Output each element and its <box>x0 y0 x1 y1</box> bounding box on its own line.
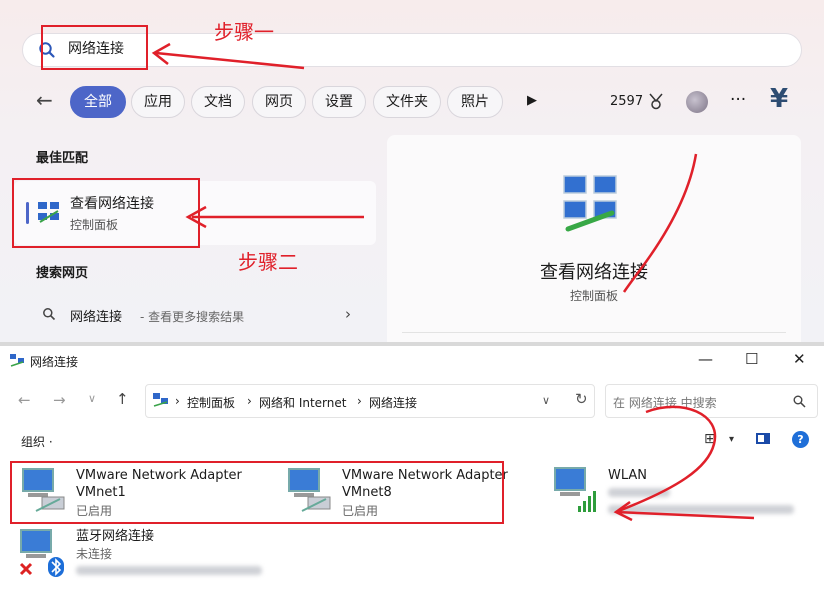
step2-highlight-box <box>12 178 200 248</box>
step2-arrow <box>185 205 364 229</box>
chevron-right-icon[interactable]: › <box>345 305 351 323</box>
filter-documents[interactable]: 文档 <box>191 86 245 118</box>
breadcrumb-network-internet[interactable]: 网络和 Internet <box>259 394 346 411</box>
web-search-more[interactable]: - 查看更多搜索结果 <box>140 308 244 325</box>
breadcrumb-separator-icon: › <box>247 394 252 408</box>
filter-folders[interactable]: 文件夹 <box>373 86 441 118</box>
web-search-icon <box>43 308 56 321</box>
preview-subtitle: 控制面板 <box>569 289 618 303</box>
breadcrumb-separator-icon: › <box>175 394 180 408</box>
breadcrumb-control-panel[interactable]: 控制面板 <box>187 394 235 411</box>
rewards-icon[interactable] <box>648 92 664 110</box>
filter-apps[interactable]: 应用 <box>131 86 185 118</box>
up-nav-icon[interactable]: ↑ <box>116 390 129 408</box>
close-button[interactable]: ✕ <box>793 350 806 368</box>
help-icon[interactable]: ? <box>792 431 809 448</box>
organize-menu[interactable]: 组织 · <box>21 433 53 450</box>
breadcrumb-network-connections[interactable]: 网络连接 <box>369 394 417 411</box>
user-avatar[interactable] <box>686 91 708 113</box>
step1-highlight-box <box>41 25 148 70</box>
filter-all[interactable]: 全部 <box>70 86 126 118</box>
forward-nav-icon[interactable]: → <box>53 391 66 409</box>
web-search-query[interactable]: 网络连接 <box>70 306 122 325</box>
bluetooth-status: 未连接 <box>76 547 113 561</box>
maximize-button[interactable]: ☐ <box>745 350 758 368</box>
rewards-points[interactable]: 2597 <box>610 94 643 109</box>
annotation-stroke-two <box>613 405 755 522</box>
preview-divider <box>402 332 786 333</box>
annotation-stroke-top <box>622 153 698 293</box>
more-options-icon[interactable]: ··· <box>730 90 746 110</box>
more-filters-play-icon[interactable]: ▶ <box>527 93 537 108</box>
best-match-header: 最佳匹配 <box>36 151 89 166</box>
bluetooth-adapter-icon[interactable] <box>18 528 68 578</box>
back-arrow-icon[interactable]: ← <box>36 88 53 112</box>
filter-settings[interactable]: 设置 <box>312 86 366 118</box>
folder-search-icon[interactable] <box>793 395 806 408</box>
window-title: 网络连接 <box>30 355 79 369</box>
minimize-button[interactable]: — <box>698 350 713 368</box>
recent-chevron-icon[interactable]: ∨ <box>88 392 96 405</box>
breadcrumb-separator-icon: › <box>357 394 362 408</box>
preview-pane <box>387 135 801 350</box>
web-search-header: 搜索网页 <box>36 266 89 281</box>
wlan-adapter-icon[interactable] <box>552 466 602 514</box>
bluetooth-name[interactable]: 蓝牙网络连接 <box>76 528 154 545</box>
control-panel-icon <box>153 393 168 407</box>
address-dropdown-icon[interactable]: ∨ <box>542 394 550 407</box>
back-nav-icon[interactable]: ← <box>18 391 31 409</box>
filter-photos[interactable]: 照片 <box>447 86 503 118</box>
bluetooth-device-redacted <box>76 566 262 575</box>
filter-web[interactable]: 网页 <box>252 86 306 118</box>
refresh-icon[interactable]: ↻ <box>575 390 588 408</box>
preview-title: 查看网络连接 <box>540 262 648 283</box>
currency-icon[interactable]: ¥ <box>770 84 788 114</box>
step2-label: 步骤二 <box>238 250 298 274</box>
window-network-icon <box>10 354 24 367</box>
vmware-adapters-highlight-box <box>10 461 504 524</box>
step1-arrow <box>151 42 305 70</box>
